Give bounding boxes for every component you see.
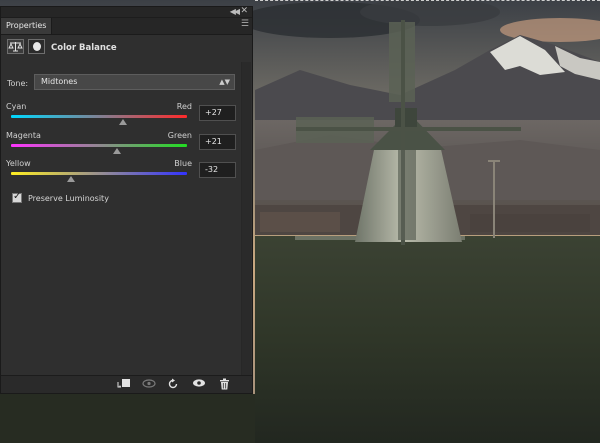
panel-menu-icon[interactable]: ☰: [241, 19, 249, 29]
panel-footer-toolbar: [1, 375, 252, 393]
preserve-luminosity-checkbox[interactable]: ✓: [12, 191, 22, 203]
yellow-blue-slider-track[interactable]: [11, 172, 187, 175]
scale-balance-icon[interactable]: [7, 39, 24, 54]
yellow-blue-slider-thumb[interactable]: [66, 176, 75, 182]
panel-tab-bar: Properties ☰: [1, 18, 252, 35]
preserve-luminosity-label: Preserve Luminosity: [28, 194, 109, 203]
checkmark-icon: ✓: [13, 191, 22, 202]
slider-label-green: Green: [167, 131, 192, 140]
tab-properties[interactable]: Properties: [1, 18, 53, 34]
tone-dropdown[interactable]: Midtones ▲▼: [34, 74, 235, 90]
magenta-green-slider-track[interactable]: [11, 144, 187, 147]
properties-panel: ◀◀ ✕ Properties ☰ Color Balance Tone: Mi…: [0, 6, 253, 394]
updown-arrows-icon: ▲▼: [219, 78, 230, 86]
tone-label: Tone:: [7, 79, 29, 88]
magenta-green-value-field[interactable]: +21: [199, 134, 236, 150]
adjustment-header: Color Balance: [1, 35, 252, 61]
marching-ants-selection: [255, 0, 600, 2]
slider-label-red: Red: [176, 102, 192, 111]
visibility-eye-icon[interactable]: [189, 378, 209, 391]
slider-row-cyan-red: Cyan Red +27: [1, 102, 252, 132]
tone-selected-value: Midtones: [41, 77, 78, 86]
trash-icon[interactable]: [214, 378, 234, 391]
reset-icon[interactable]: [163, 378, 183, 391]
layer-mask-icon[interactable]: [28, 39, 45, 54]
cyan-red-slider-thumb[interactable]: [118, 119, 127, 125]
view-previous-state-icon[interactable]: [139, 378, 159, 391]
clip-to-layer-icon[interactable]: [114, 378, 134, 391]
double-chevron-icon[interactable]: ◀◀: [230, 7, 240, 16]
yellow-blue-value-field[interactable]: -32: [199, 162, 236, 178]
panel-title-strip[interactable]: ◀◀ ✕: [1, 6, 252, 18]
cyan-red-value-field[interactable]: +27: [199, 105, 236, 121]
slider-row-magenta-green: Magenta Green +21: [1, 131, 252, 161]
panel-scrollbar[interactable]: [241, 62, 251, 378]
magenta-green-slider-thumb[interactable]: [113, 148, 122, 154]
slider-row-yellow-blue: Yellow Blue -32: [1, 159, 252, 189]
close-icon[interactable]: ✕: [240, 6, 248, 16]
slider-label-yellow: Yellow: [6, 159, 31, 168]
cyan-red-slider-track[interactable]: [11, 115, 187, 118]
slider-label-cyan: Cyan: [6, 102, 27, 111]
slider-label-blue: Blue: [174, 159, 192, 168]
slider-label-magenta: Magenta: [6, 131, 41, 140]
adjustment-title: Color Balance: [51, 43, 117, 53]
